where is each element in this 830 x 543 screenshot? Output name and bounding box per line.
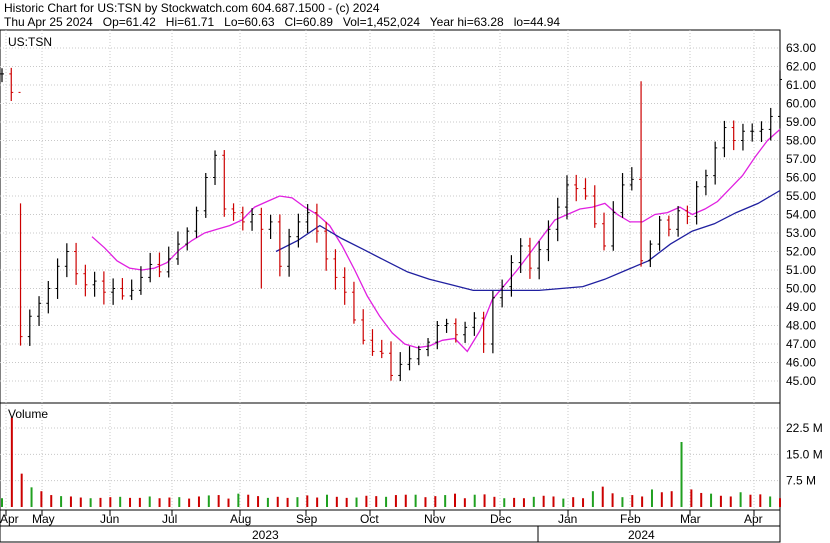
month-label: Jan bbox=[558, 512, 577, 526]
year-label: 2023 bbox=[252, 528, 279, 542]
month-label: Nov bbox=[424, 512, 445, 526]
y-tick-label: 63.00 bbox=[786, 41, 816, 55]
y-tick-label: 48.00 bbox=[786, 319, 816, 333]
month-label: May bbox=[32, 512, 55, 526]
month-label: Oct bbox=[360, 512, 379, 526]
y-tick-label: 55.00 bbox=[786, 189, 816, 203]
month-label: Jun bbox=[100, 512, 119, 526]
month-label: Mar bbox=[680, 512, 701, 526]
y-tick-label: 50.00 bbox=[786, 282, 816, 296]
month-label: Apr bbox=[0, 512, 19, 526]
y-tick-label: 51.00 bbox=[786, 263, 816, 277]
price-panel bbox=[0, 29, 781, 404]
month-label: Jul bbox=[162, 512, 177, 526]
month-label: Sep bbox=[296, 512, 318, 526]
month-label: Dec bbox=[490, 512, 511, 526]
volume-tick-label: 22.5 M bbox=[786, 421, 823, 435]
y-tick-label: 47.00 bbox=[786, 337, 816, 351]
volume-label: Volume bbox=[8, 407, 48, 421]
year-axis bbox=[0, 525, 781, 543]
y-tick-label: 56.00 bbox=[786, 171, 816, 185]
y-tick-label: 59.00 bbox=[786, 115, 816, 129]
y-tick-label: 58.00 bbox=[786, 134, 816, 148]
month-label: Feb bbox=[620, 512, 641, 526]
month-label: Apr bbox=[744, 512, 763, 526]
y-tick-label: 53.00 bbox=[786, 226, 816, 240]
year-label: 2024 bbox=[628, 528, 655, 542]
volume-tick-label: 7.5 M bbox=[786, 474, 816, 488]
stock-chart: 63.00 62.00 61.00 60.00 59.00 58.00 57.00 56.00… bbox=[0, 29, 823, 543]
y-tick-label: 46.00 bbox=[786, 356, 816, 370]
volume-tick-label: 15.0 M bbox=[786, 447, 823, 461]
y-tick-label: 57.00 bbox=[786, 152, 816, 166]
y-tick-label: 54.00 bbox=[786, 208, 816, 222]
symbol-label: US:TSN bbox=[8, 35, 52, 49]
y-tick-label: 45.00 bbox=[786, 374, 816, 388]
y-tick-label: 62.00 bbox=[786, 60, 816, 74]
y-tick-label: 52.00 bbox=[786, 245, 816, 259]
y-tick-label: 60.00 bbox=[786, 97, 816, 111]
y-tick-label: 49.00 bbox=[786, 300, 816, 314]
volume-panel bbox=[0, 402, 781, 511]
month-label: Aug bbox=[230, 512, 251, 526]
y-tick-label: 61.00 bbox=[786, 78, 816, 92]
